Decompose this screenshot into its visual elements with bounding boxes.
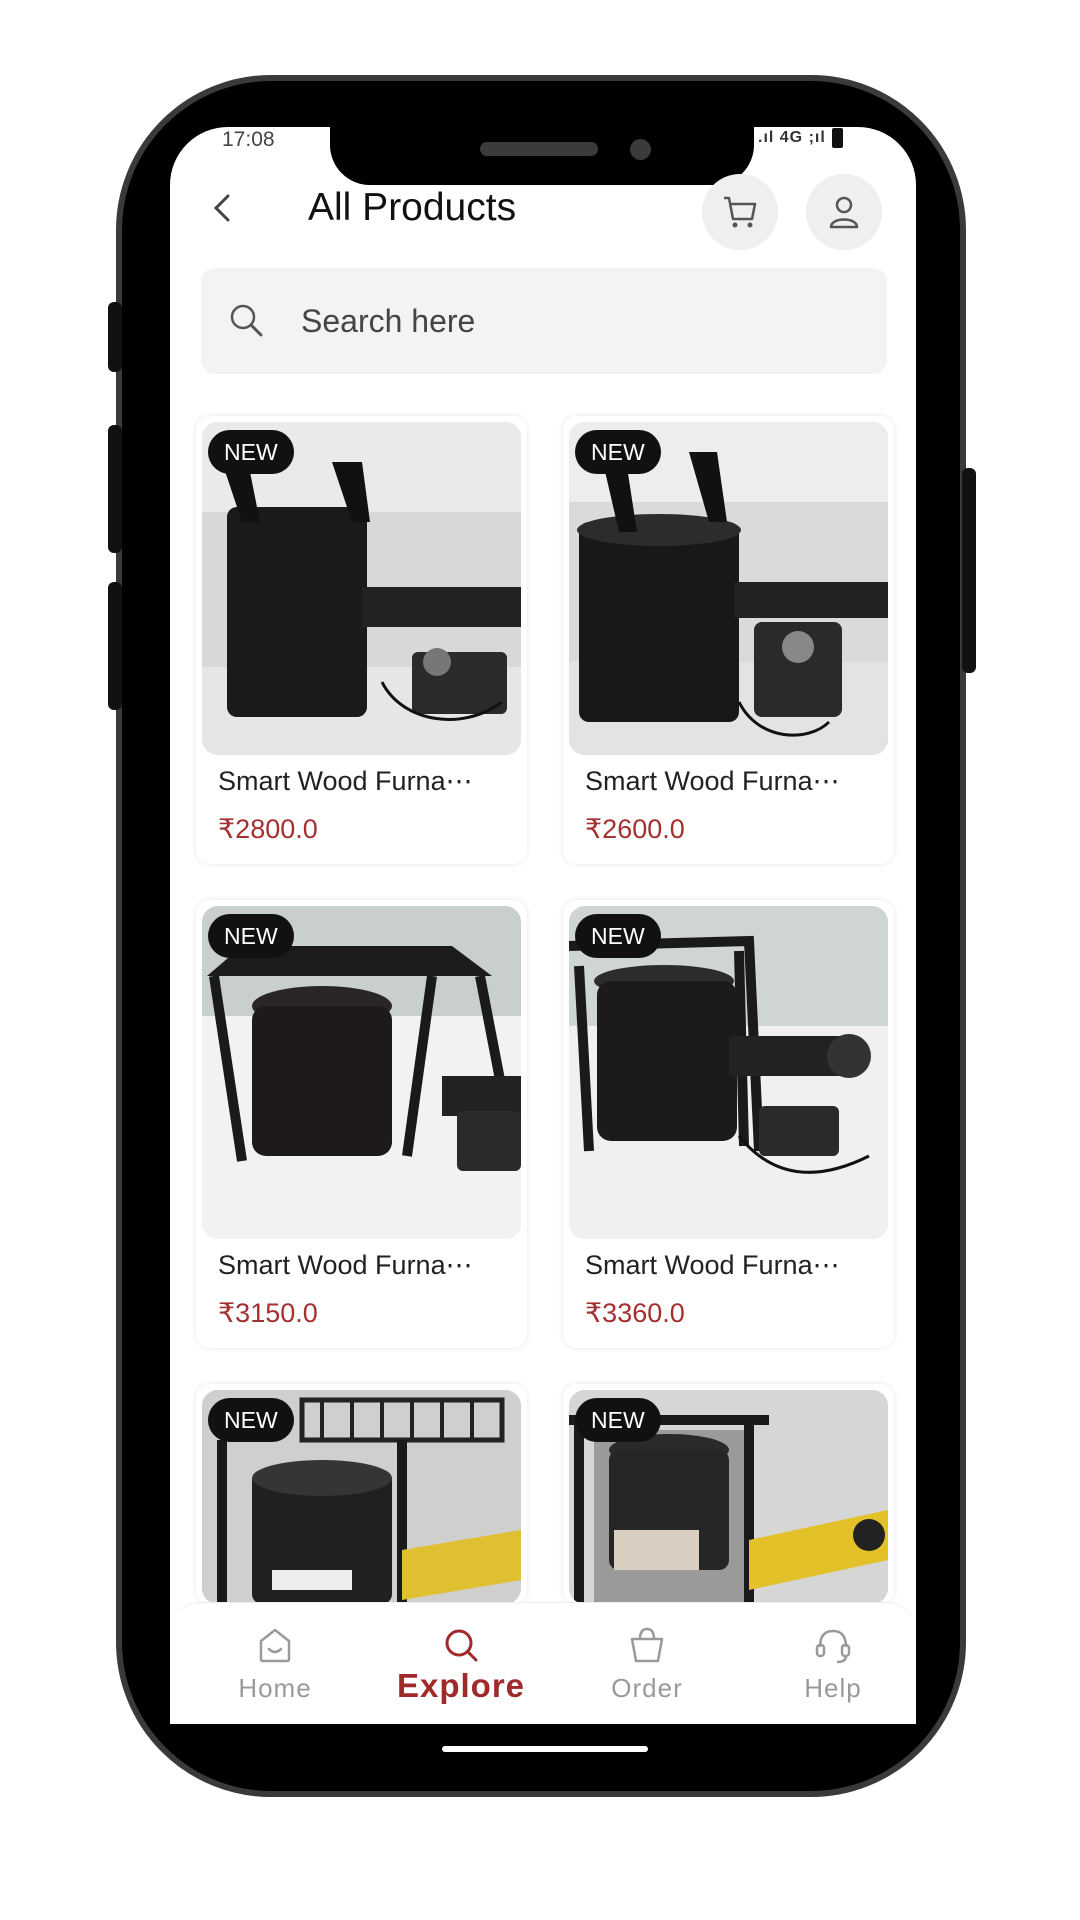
notch (330, 127, 754, 185)
product-name: Smart Wood Furna⋯ (585, 766, 840, 796)
product-name: Smart Wood Furna⋯ (585, 1250, 840, 1280)
camera (630, 139, 651, 160)
product-card[interactable]: NEW (563, 1384, 894, 1604)
cart-button[interactable] (702, 174, 778, 250)
user-icon (829, 196, 859, 229)
nav-label-explore: Explore (396, 1667, 526, 1704)
product-card[interactable]: NEW Smart Wood Furna⋯ ₹3150.0 (196, 900, 527, 1348)
profile-button[interactable] (806, 174, 882, 250)
nav-item-help[interactable]: Help (758, 1603, 908, 1725)
product-price: ₹2800.0 (218, 814, 318, 844)
volume-up-button (108, 425, 122, 553)
status-indicators: .ıl 4G ;ıl (758, 128, 843, 148)
bag-icon (630, 1627, 664, 1663)
status-time: 17:08 (222, 128, 275, 151)
nav-label-home: Home (238, 1673, 312, 1703)
nav-label-order: Order (611, 1673, 683, 1703)
nav-label-help: Help (804, 1673, 862, 1703)
search-icon (230, 304, 263, 337)
nav-item-explore[interactable]: Explore (386, 1603, 536, 1725)
home-icon (259, 1628, 291, 1663)
product-name: Smart Wood Furna⋯ (218, 1250, 473, 1280)
signal-indicators: .ıl 4G ;ıl (758, 129, 826, 147)
new-badge: NEW (208, 1398, 294, 1442)
search-bar[interactable] (201, 268, 887, 374)
battery-icon (831, 128, 843, 148)
headset-icon (815, 1629, 851, 1664)
product-card[interactable]: NEW (196, 1384, 527, 1604)
search-input[interactable] (301, 298, 841, 344)
product-card[interactable]: NEW Smart Wood Furna⋯ ₹2600.0 (563, 416, 894, 864)
new-badge: NEW (208, 914, 294, 958)
product-card[interactable]: NEW Smart Wood Furna⋯ ₹2800.0 (196, 416, 527, 864)
cart-icon (724, 196, 757, 228)
new-badge: NEW (575, 914, 661, 958)
product-price: ₹3360.0 (585, 1298, 685, 1328)
home-indicator (442, 1746, 648, 1752)
product-price: ₹3150.0 (218, 1298, 318, 1328)
new-badge: NEW (575, 430, 661, 474)
new-badge: NEW (208, 430, 294, 474)
page-title: All Products (308, 186, 517, 229)
product-price: ₹2600.0 (585, 814, 685, 844)
volume-down-button (108, 582, 122, 710)
back-button[interactable] (208, 188, 248, 228)
chevron-left-icon (213, 194, 230, 222)
nav-item-home[interactable]: Home (200, 1603, 350, 1725)
product-name: Smart Wood Furna⋯ (218, 766, 473, 796)
search-icon (445, 1629, 478, 1662)
product-card[interactable]: NEW Smart Wood Furna⋯ ₹3360.0 (563, 900, 894, 1348)
speaker (480, 142, 598, 156)
power-button (962, 468, 976, 673)
bottom-navigation: Home Explore Order Help (170, 1602, 916, 1724)
nav-item-order[interactable]: Order (572, 1603, 722, 1725)
new-badge: NEW (575, 1398, 661, 1442)
mute-switch (108, 302, 122, 372)
